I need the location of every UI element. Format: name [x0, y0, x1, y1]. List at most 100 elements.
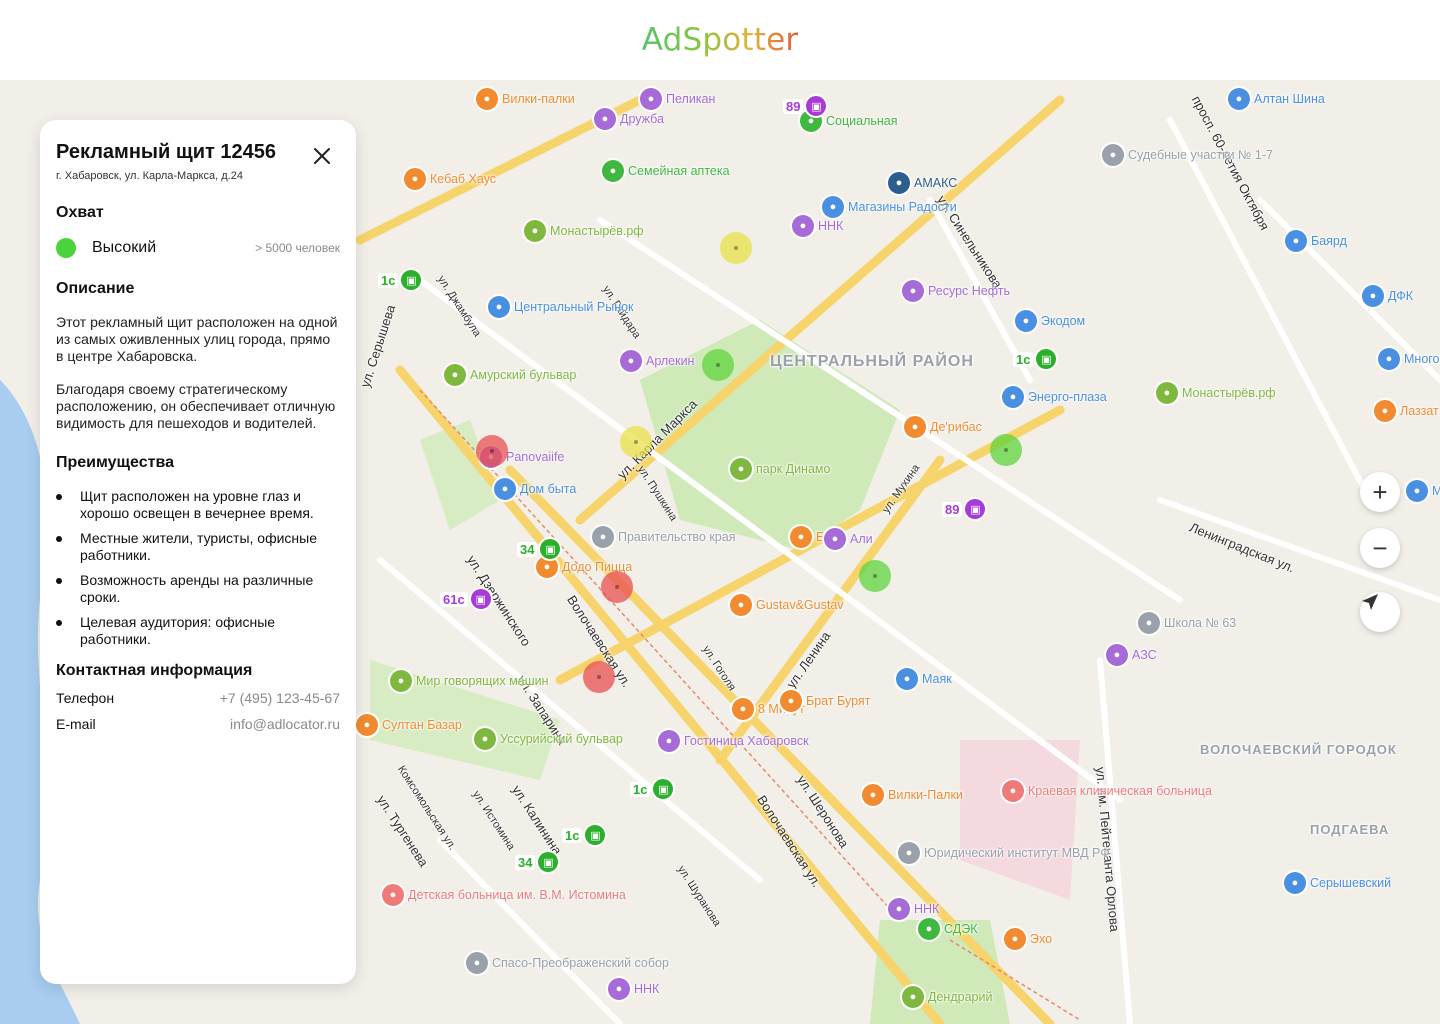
poi-icon[interactable]: ● [902, 986, 924, 1008]
poi-label: Краевая клиническая больница [1028, 784, 1212, 798]
poi-icon[interactable]: ● [902, 280, 924, 302]
coverage-status-dot [56, 238, 76, 258]
phone-value[interactable]: +7 (495) 123-45-67 [220, 690, 340, 706]
poi-icon[interactable]: ● [730, 458, 752, 480]
poi-icon[interactable]: ● [1284, 872, 1306, 894]
transit-stop[interactable]: 1с ▣ [630, 778, 674, 800]
poi-icon[interactable]: ● [356, 714, 378, 736]
poi-label: Пеликан [666, 92, 716, 106]
description-heading: Описание [56, 280, 135, 297]
poi-label: Магазины Радости [848, 200, 957, 214]
poi-icon[interactable]: ● [918, 918, 940, 940]
poi-icon[interactable]: ● [466, 952, 488, 974]
poi-label: Вилки-Палки [888, 788, 963, 802]
poi-icon[interactable]: ● [444, 364, 466, 386]
billboard-marker-high[interactable] [859, 560, 891, 592]
poi-icon[interactable]: ● [1002, 386, 1024, 408]
navigation-arrow-icon [1362, 594, 1378, 610]
poi-icon[interactable]: ● [1102, 144, 1124, 166]
poi-icon[interactable]: ● [904, 416, 926, 438]
email-value[interactable]: info@adlocator.ru [230, 716, 340, 732]
poi-label: Судебные участки № 1-7 [1128, 148, 1274, 162]
transit-stop[interactable]: 34 ▣ [515, 851, 559, 873]
bus-icon: ▣ [585, 825, 606, 845]
poi-label: Экодом [1041, 314, 1086, 328]
poi-icon[interactable]: ● [1106, 644, 1128, 666]
poi-label: Центральный Рынок [514, 300, 634, 314]
poi-icon[interactable]: ● [1285, 230, 1307, 252]
poi-icon[interactable]: ● [792, 215, 814, 237]
poi-icon[interactable]: ● [1362, 285, 1384, 307]
poi-icon[interactable]: ● [822, 196, 844, 218]
poi-icon[interactable]: ● [1138, 612, 1160, 634]
contacts-heading: Контактная информация [56, 662, 253, 679]
poi-icon[interactable]: ● [896, 668, 918, 690]
poi-label: Многоряд [1404, 352, 1440, 366]
poi-icon[interactable]: ● [602, 160, 624, 182]
route-number: 1с [630, 781, 651, 797]
poi-label: Амурский бульвар [470, 368, 577, 382]
advantages-list: Щит расположен на уровне глаз и хорошо о… [56, 488, 340, 648]
phone-row: Телефон +7 (495) 123-45-67 [56, 690, 340, 706]
poi-icon[interactable]: ● [790, 526, 812, 548]
zoom-in-button[interactable]: + [1360, 472, 1400, 512]
poi-icon[interactable]: ● [780, 690, 802, 712]
transit-stop[interactable]: 1с ▣ [562, 824, 606, 846]
poi-icon[interactable]: ● [1374, 400, 1396, 422]
poi-icon[interactable]: ● [592, 526, 614, 548]
billboard-marker-medium[interactable] [720, 232, 752, 264]
poi-icon[interactable]: ● [1015, 310, 1037, 332]
transit-stop[interactable]: 34 ▣ [517, 538, 561, 560]
poi-icon[interactable]: ● [730, 594, 752, 616]
poi-icon[interactable]: ● [888, 172, 910, 194]
poi-icon[interactable]: ● [390, 670, 412, 692]
poi-icon[interactable]: ● [474, 728, 496, 750]
billboard-marker-low[interactable] [476, 435, 508, 467]
transit-stop[interactable]: 1с ▣ [378, 269, 422, 291]
poi-label: Детская больница им. В.М. Истомина [408, 888, 626, 902]
poi-icon[interactable]: ● [888, 898, 910, 920]
poi-icon[interactable]: ● [824, 528, 846, 550]
close-icon[interactable] [312, 146, 332, 166]
billboard-marker-low[interactable] [583, 661, 615, 693]
email-label: E-mail [56, 716, 96, 732]
poi-icon[interactable]: ● [620, 350, 642, 372]
district-label: ЦЕНТРАЛЬНЫЙ РАЙОН [770, 353, 974, 370]
poi-icon[interactable]: ● [640, 88, 662, 110]
billboard-marker-high[interactable] [990, 434, 1022, 466]
route-number: 1с [562, 827, 583, 843]
transit-stop[interactable]: 89 ▣ [942, 498, 986, 520]
poi-icon[interactable]: ● [1378, 348, 1400, 370]
poi-icon[interactable]: ● [382, 884, 404, 906]
poi-icon[interactable]: ● [488, 296, 510, 318]
poi-icon[interactable]: ● [658, 730, 680, 752]
poi-icon[interactable]: ● [1002, 780, 1024, 802]
billboard-marker-low[interactable] [601, 571, 633, 603]
poi-icon[interactable]: ● [1156, 382, 1178, 404]
poi-icon[interactable]: ● [1004, 928, 1026, 950]
poi-icon[interactable]: ● [1228, 88, 1250, 110]
poi-icon[interactable]: ● [898, 842, 920, 864]
bus-icon: ▣ [653, 779, 674, 799]
poi-icon[interactable]: ● [404, 168, 426, 190]
poi-icon[interactable]: ● [594, 108, 616, 130]
top-bar: AdSpotter [0, 0, 1440, 80]
panel-title: Рекламный щит 12456 [56, 141, 276, 163]
poi-icon[interactable]: ● [524, 220, 546, 242]
billboard-marker-high[interactable] [702, 349, 734, 381]
billboard-marker-medium[interactable] [620, 426, 652, 458]
poi-icon[interactable]: ● [608, 978, 630, 1000]
poi-icon[interactable]: ● [862, 784, 884, 806]
app-logo[interactable]: AdSpotter [642, 22, 799, 58]
transit-stop[interactable]: 89 ▣ [783, 95, 827, 117]
poi-icon[interactable]: ● [476, 88, 498, 110]
poi-icon[interactable]: ● [1406, 480, 1428, 502]
poi-icon[interactable]: ● [732, 698, 754, 720]
poi-label: ННК [818, 219, 844, 233]
poi-label: Монастырёв.рф [1182, 386, 1276, 400]
transit-stop[interactable]: 61с ▣ [440, 588, 491, 610]
transit-stop[interactable]: 1с ▣ [1013, 348, 1057, 370]
poi-icon[interactable]: ● [494, 478, 516, 500]
geolocation-button[interactable] [1360, 592, 1400, 632]
zoom-out-button[interactable]: − [1360, 528, 1400, 568]
